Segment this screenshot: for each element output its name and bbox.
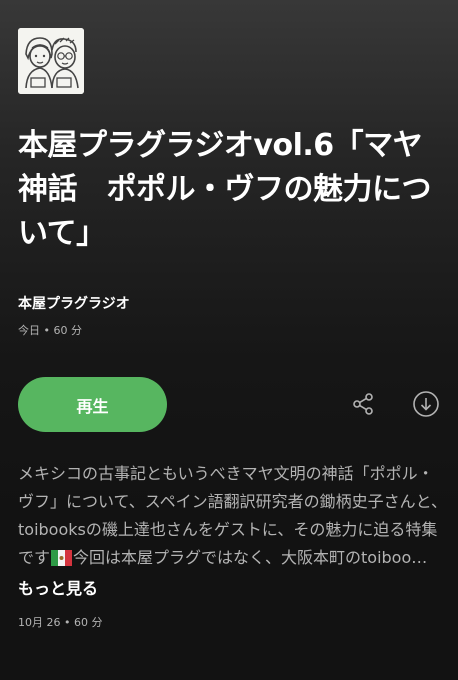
mexico-flag-icon [51,547,73,575]
share-icon-graphic [353,393,373,415]
share-icon[interactable] [350,390,378,418]
meta-separator: • [43,324,51,337]
podcast-cover-art [18,28,84,94]
download-icon[interactable] [412,390,440,418]
cover-illustration [18,28,84,94]
episode-date-meta: 10月 26 • 60 分 [18,614,103,630]
play-button-label: 再生 [76,396,109,416]
show-more-link[interactable]: もっと見る [18,579,98,598]
footer-separator: • [64,616,71,629]
meta-day: 今日 [18,324,40,337]
show-name-link[interactable]: 本屋プラグラジオ [18,293,130,313]
episode-description: メキシコの古事記ともいうべきマヤ文明の神話「ポポル・ヴフ」について、スペイン語翻… [18,460,448,603]
episode-meta: 今日 • 60 分 [18,322,82,338]
footer-date: 10月 26 [18,616,61,629]
episode-title: 本屋プラグラジオvol.6「マヤ神話 ポポル・ヴフの魅力について」 [18,128,432,251]
download-icon-graphic [413,391,439,417]
play-button[interactable]: 再生 [18,377,167,432]
meta-duration: 60 分 [53,324,83,337]
footer-duration: 60 分 [74,616,103,629]
description-text-2: 今回は本屋プラグではなく、大阪本町のtoiboo… [73,548,428,567]
